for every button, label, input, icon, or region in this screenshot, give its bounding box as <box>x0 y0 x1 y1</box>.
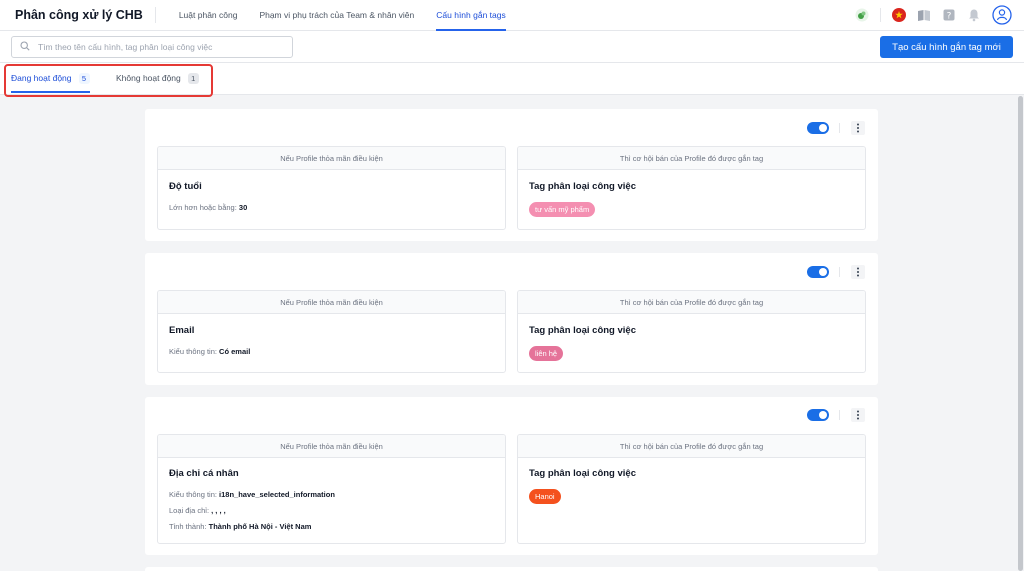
condition-panel: Nếu Profile thỏa mãn điều kiện Địa chỉ c… <box>157 434 506 544</box>
top-header: Phân công xử lý CHB Luật phân công Phạm … <box>0 0 1024 31</box>
status-dot-icon[interactable] <box>855 8 869 22</box>
condition-value: Có email <box>219 347 251 356</box>
search-input[interactable] <box>38 42 278 52</box>
action-panel: Thì cơ hội bán của Profile đó được gắn t… <box>517 146 866 230</box>
page-scrollbar[interactable] <box>1015 96 1024 571</box>
condition-value: Thành phố Hà Nội - Việt Nam <box>208 522 312 531</box>
condition-panel: Nếu Profile thỏa mãn điều kiện Độ tuổi L… <box>157 146 506 230</box>
top-nav: Luật phân công Phạm vi phụ trách của Tea… <box>168 0 517 31</box>
card-action-divider <box>839 123 840 133</box>
card-action-divider <box>839 410 840 420</box>
more-options-icon[interactable] <box>851 408 865 422</box>
tag-chip: liên hệ <box>529 346 564 361</box>
app-title: Phân công xử lý CHB <box>0 7 156 23</box>
vietnam-flag-icon[interactable] <box>892 8 906 22</box>
action-title: Tag phân loại công việc <box>529 181 636 192</box>
header-actions: ? <box>855 5 1012 25</box>
tag-config-card: Nếu Profile thỏa mãn điều kiện Độ tuổi L… <box>145 109 878 241</box>
action-panel: Thì cơ hội bán của Profile đó được gắn t… <box>517 434 866 544</box>
action-panel: Thì cơ hội bán của Profile đó được gắn t… <box>517 290 866 373</box>
condition-panel-header: Nếu Profile thỏa mãn điều kiện <box>158 435 505 458</box>
action-panel-header: Thì cơ hội bán của Profile đó được gắn t… <box>518 435 865 458</box>
action-title: Tag phân loại công việc <box>529 325 636 336</box>
more-options-icon[interactable] <box>851 121 865 135</box>
condition-label: Lớn hơn hoặc bằng: <box>169 203 237 212</box>
condition-panel: Nếu Profile thỏa mãn điều kiện Email Kiể… <box>157 290 506 373</box>
bell-icon[interactable] <box>967 8 981 22</box>
condition-label: Kiểu thông tin: <box>169 347 217 356</box>
help-icon[interactable]: ? <box>942 8 956 22</box>
search-icon <box>20 38 30 56</box>
scrollbar-thumb[interactable] <box>1018 96 1023 571</box>
search-box[interactable] <box>11 36 293 58</box>
card-enable-toggle[interactable] <box>807 409 829 421</box>
tabs-highlight-box <box>4 64 213 97</box>
status-tabs: Đang hoạt động 5 Không hoạt động 1 <box>0 63 1024 97</box>
condition-title: Email <box>169 325 195 336</box>
nav-item-tag-config[interactable]: Cấu hình gắn tags <box>425 0 516 31</box>
tag-chip: tư vấn mỹ phẩm <box>529 202 596 217</box>
condition-label: Loại địa chỉ: <box>169 506 210 515</box>
condition-title: Độ tuổi <box>169 181 202 192</box>
tag-config-card: Nếu Profile thỏa mãn điều kiện Email Kiể… <box>145 253 878 385</box>
book-icon[interactable] <box>917 8 931 22</box>
card-action-divider <box>839 267 840 277</box>
more-options-icon[interactable] <box>851 265 865 279</box>
svg-text:?: ? <box>947 12 952 22</box>
condition-value: i18n_have_selected_information <box>219 490 335 499</box>
condition-panel-header: Nếu Profile thỏa mãn điều kiện <box>158 291 505 314</box>
tag-config-card-partial <box>145 567 878 571</box>
condition-value: , , , , <box>211 506 226 515</box>
condition-title: Địa chỉ cá nhân <box>169 468 239 479</box>
user-avatar-icon[interactable] <box>992 5 1012 25</box>
condition-panel-header: Nếu Profile thỏa mãn điều kiện <box>158 147 505 170</box>
tag-config-card: Nếu Profile thỏa mãn điều kiện Địa chỉ c… <box>145 397 878 555</box>
condition-row: Kiểu thông tin: Có email <box>169 347 250 356</box>
condition-row: Loại địa chỉ: , , , , <box>169 506 226 515</box>
nav-item-team-scope[interactable]: Phạm vi phụ trách của Team & nhân viên <box>248 0 425 31</box>
card-enable-toggle[interactable] <box>807 122 829 134</box>
condition-row: Tỉnh thành: Thành phố Hà Nội - Việt Nam <box>169 522 311 531</box>
toolbar: Tạo cấu hình gắn tag mới <box>0 31 1024 63</box>
condition-label: Tỉnh thành: <box>169 522 207 531</box>
tag-chip: Hanoi <box>529 489 561 504</box>
action-panel-header: Thì cơ hội bán của Profile đó được gắn t… <box>518 291 865 314</box>
action-title: Tag phân loại công việc <box>529 468 636 479</box>
action-panel-header: Thì cơ hội bán của Profile đó được gắn t… <box>518 147 865 170</box>
condition-row: Lớn hơn hoặc bằng: 30 <box>169 203 247 212</box>
nav-item-assignment-rules[interactable]: Luật phân công <box>168 0 249 31</box>
create-tag-config-button[interactable]: Tạo cấu hình gắn tag mới <box>880 36 1013 58</box>
condition-row: Kiểu thông tin: i18n_have_selected_infor… <box>169 490 335 499</box>
condition-value: 30 <box>238 203 248 212</box>
header-divider <box>880 8 881 22</box>
condition-label: Kiểu thông tin: <box>169 490 217 499</box>
card-enable-toggle[interactable] <box>807 266 829 278</box>
